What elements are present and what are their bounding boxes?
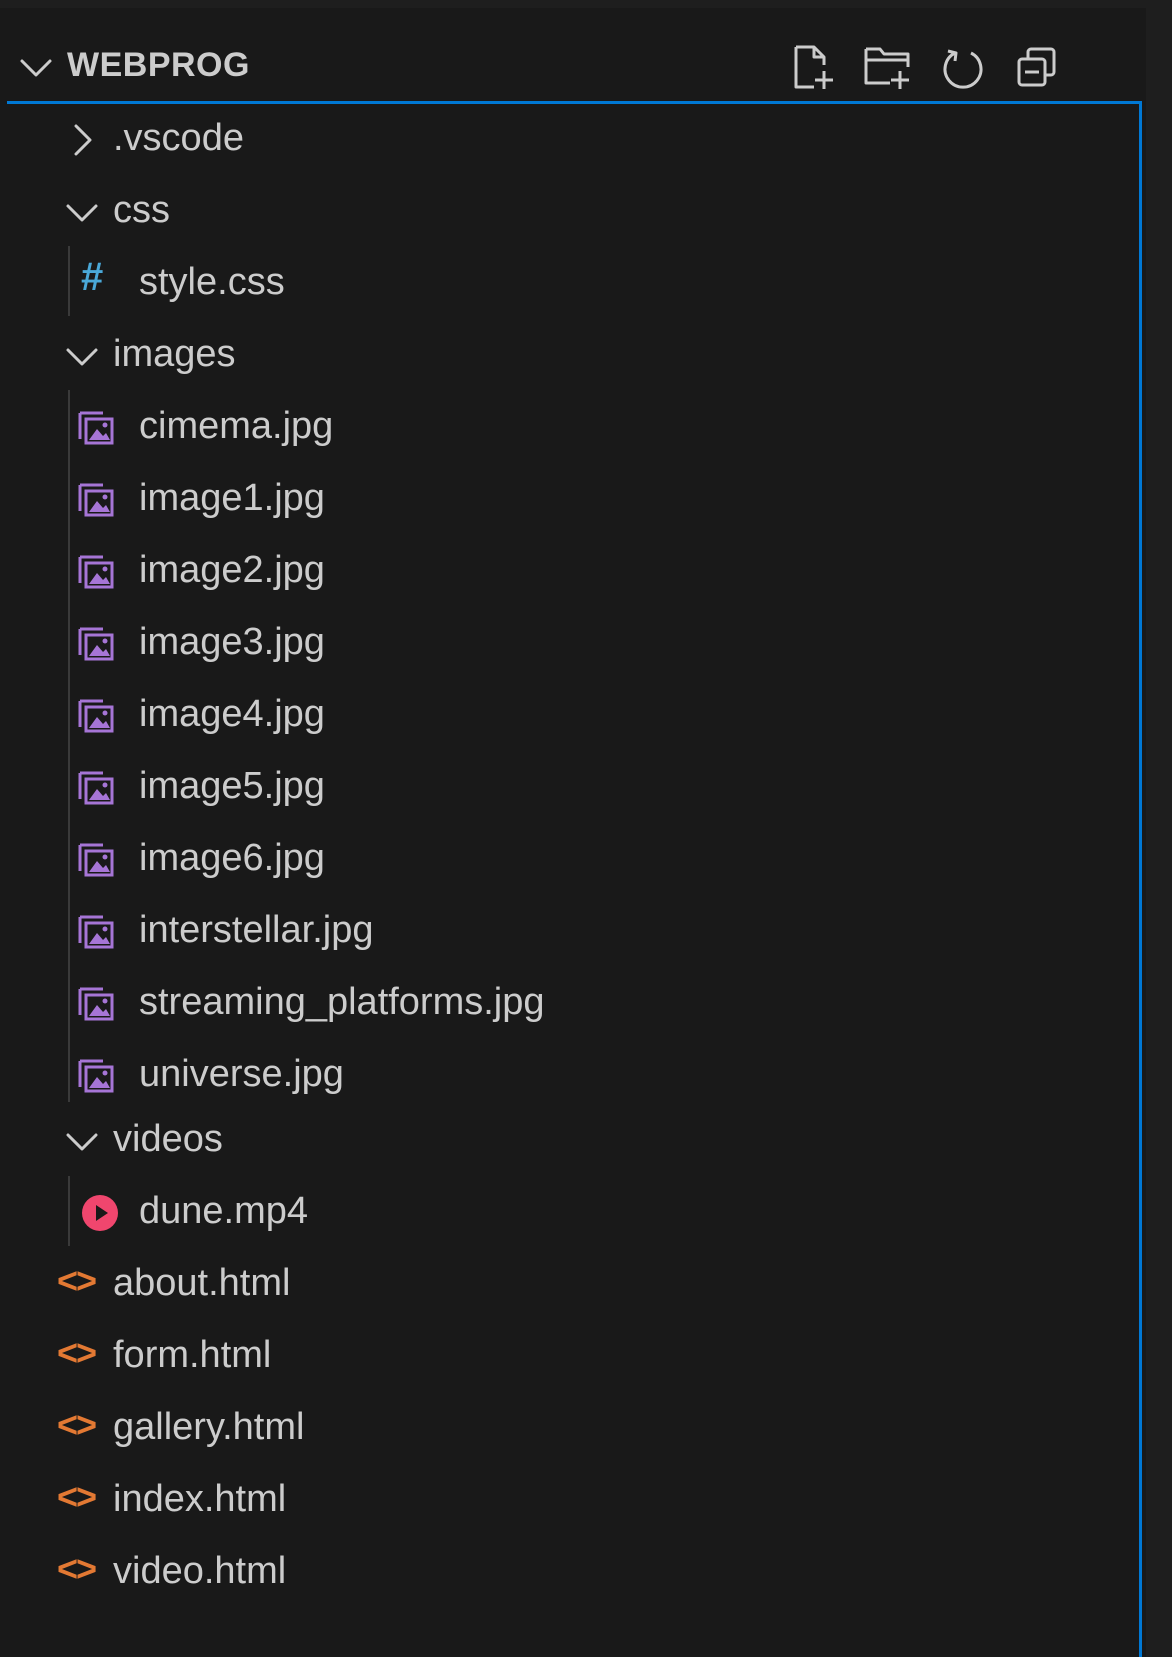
right-gutter [1146, 0, 1172, 1657]
file-image-row[interactable]: interstellar.jpg [7, 895, 1137, 967]
image-file-icon [78, 411, 114, 445]
file-explorer: WEBPROG .vscode css # style.css images c… [0, 0, 1172, 1657]
image-file-icon [78, 699, 114, 733]
file-html-row[interactable]: <> about.html [7, 1248, 1137, 1320]
file-label: form.html [113, 1334, 272, 1376]
image-file-icon [78, 843, 114, 877]
folder-label: videos [113, 1118, 223, 1160]
refresh-icon [943, 49, 983, 89]
file-image-row[interactable]: image2.jpg [7, 535, 1137, 607]
refresh-button[interactable] [935, 40, 991, 96]
html-code-icon: <> [57, 1404, 97, 1445]
top-strip [0, 0, 1172, 8]
chevron-right-icon [74, 124, 92, 156]
file-label: image5.jpg [139, 765, 325, 807]
folder-vscode[interactable]: .vscode [7, 103, 1137, 175]
file-image-row[interactable]: streaming_platforms.jpg [7, 967, 1137, 1039]
folder-images[interactable]: images [7, 319, 1137, 391]
file-label: style.css [139, 261, 285, 303]
new-file-button[interactable] [785, 40, 841, 96]
folder-label: .vscode [113, 117, 244, 159]
file-image-row[interactable]: image4.jpg [7, 679, 1137, 751]
file-label: index.html [113, 1478, 287, 1520]
image-file-icon [78, 1059, 114, 1093]
image-file-icon [78, 483, 114, 517]
image-file-icon [78, 915, 114, 949]
collapse-all-icon [1017, 47, 1056, 87]
file-label: cimema.jpg [139, 405, 334, 447]
image-file-icon [78, 555, 114, 589]
html-code-icon: <> [57, 1548, 97, 1589]
file-image-row[interactable]: image6.jpg [7, 823, 1137, 895]
new-file-icon [794, 45, 833, 89]
html-code-icon: <> [57, 1332, 97, 1373]
html-code-icon: <> [57, 1260, 97, 1301]
file-html-row[interactable]: <> form.html [7, 1320, 1137, 1392]
new-folder-button[interactable] [860, 40, 916, 96]
file-label: gallery.html [113, 1406, 305, 1448]
file-image-row[interactable]: image5.jpg [7, 751, 1137, 823]
image-file-icon [78, 987, 114, 1021]
section-title: WEBPROG [67, 46, 250, 84]
folder-label: images [113, 333, 236, 375]
chevron-down-icon [66, 1133, 98, 1151]
file-image-row[interactable]: image1.jpg [7, 463, 1137, 535]
file-label: universe.jpg [139, 1053, 344, 1095]
image-file-icon [78, 627, 114, 661]
folder-videos[interactable]: videos [7, 1104, 1137, 1176]
file-image-row[interactable]: cimema.jpg [7, 391, 1137, 463]
file-label: interstellar.jpg [139, 909, 374, 951]
file-label: about.html [113, 1262, 291, 1304]
video-play-icon [82, 1195, 118, 1231]
section-header[interactable]: WEBPROG [7, 30, 1142, 100]
file-label: video.html [113, 1550, 287, 1592]
file-label: dune.mp4 [139, 1190, 309, 1232]
file-label: image6.jpg [139, 837, 325, 879]
image-file-icon [78, 771, 114, 805]
file-label: image3.jpg [139, 621, 325, 663]
chevron-down-icon [66, 204, 98, 222]
file-image-row[interactable]: universe.jpg [7, 1039, 1137, 1111]
chevron-down-icon [66, 348, 98, 366]
file-label: image2.jpg [139, 549, 325, 591]
html-code-icon: <> [57, 1476, 97, 1517]
file-image-row[interactable]: image3.jpg [7, 607, 1137, 679]
file-dune-mp4[interactable]: dune.mp4 [7, 1176, 1137, 1248]
collapse-all-button[interactable] [1009, 40, 1065, 96]
chevron-down-icon [20, 59, 52, 77]
file-label: image4.jpg [139, 693, 325, 735]
file-html-row[interactable]: <> video.html [7, 1536, 1137, 1608]
folder-css[interactable]: css [7, 175, 1137, 247]
file-label: image1.jpg [139, 477, 325, 519]
file-html-row[interactable]: <> index.html [7, 1464, 1137, 1536]
file-label: streaming_platforms.jpg [139, 981, 545, 1023]
new-folder-icon [864, 47, 910, 89]
file-html-row[interactable]: <> gallery.html [7, 1392, 1137, 1464]
file-style-css[interactable]: # style.css [7, 247, 1137, 319]
css-hash-icon: # [81, 255, 104, 299]
folder-label: css [113, 189, 170, 231]
